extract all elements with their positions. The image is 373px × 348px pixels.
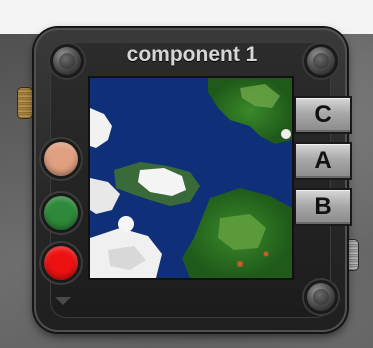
screw-top-right-icon — [304, 44, 338, 78]
screw-bottom-right-icon — [304, 280, 338, 314]
knob-left-icon[interactable] — [18, 88, 32, 118]
color-button-red[interactable] — [44, 246, 78, 280]
map-viewport[interactable] — [88, 76, 294, 280]
screw-top-left-icon — [50, 44, 84, 78]
triangle-down-icon[interactable] — [55, 297, 71, 305]
button-c[interactable]: C — [294, 96, 352, 134]
terrain-map — [90, 78, 292, 278]
button-b[interactable]: B — [294, 188, 352, 226]
color-button-green[interactable] — [44, 196, 78, 230]
color-button-salmon[interactable] — [44, 142, 78, 176]
button-a[interactable]: A — [294, 142, 352, 180]
panel-title: component 1 — [126, 43, 258, 66]
